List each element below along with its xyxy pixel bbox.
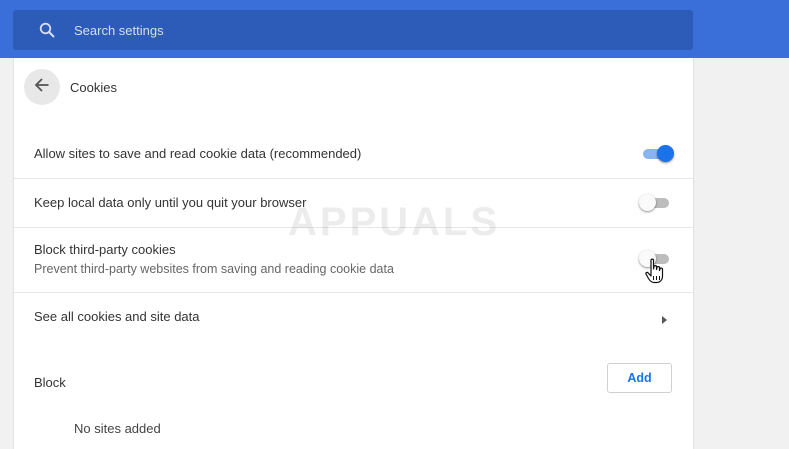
setting-label: See all cookies and site data <box>34 309 200 324</box>
page-title: Cookies <box>70 79 117 95</box>
block-third-party-toggle[interactable] <box>639 250 671 268</box>
chevron-right-icon <box>659 312 669 324</box>
toggle-knob <box>639 250 656 267</box>
setting-row-keep-local-data[interactable]: Keep local data only until you quit your… <box>14 179 693 228</box>
keep-local-data-toggle[interactable] <box>639 194 671 212</box>
back-button[interactable] <box>24 69 60 105</box>
search-input[interactable] <box>72 21 636 39</box>
arrow-left-icon <box>34 77 50 98</box>
setting-row-allow-cookies[interactable]: Allow sites to save and read cookie data… <box>14 130 693 179</box>
block-section-label: Block <box>34 375 66 390</box>
search-box[interactable] <box>13 10 693 50</box>
setting-label: Block third-party cookies <box>34 242 176 257</box>
no-sites-text: No sites added <box>74 421 161 436</box>
allow-cookies-toggle[interactable] <box>641 145 674 163</box>
setting-label: Keep local data only until you quit your… <box>34 195 307 210</box>
cookies-settings-card: Cookies Allow sites to save and read coo… <box>13 58 694 449</box>
page-header: Cookies <box>14 58 693 116</box>
setting-sublabel: Prevent third-party websites from saving… <box>34 262 394 276</box>
setting-label: Allow sites to save and read cookie data… <box>34 146 362 161</box>
toggle-knob <box>639 194 656 211</box>
setting-row-see-all-cookies[interactable]: See all cookies and site data <box>14 293 693 342</box>
setting-row-block-third-party[interactable]: Block third-party cookies Prevent third-… <box>14 228 693 293</box>
top-bar <box>0 0 789 58</box>
search-icon <box>37 20 57 40</box>
toggle-knob <box>657 145 674 162</box>
add-button[interactable]: Add <box>607 363 672 393</box>
